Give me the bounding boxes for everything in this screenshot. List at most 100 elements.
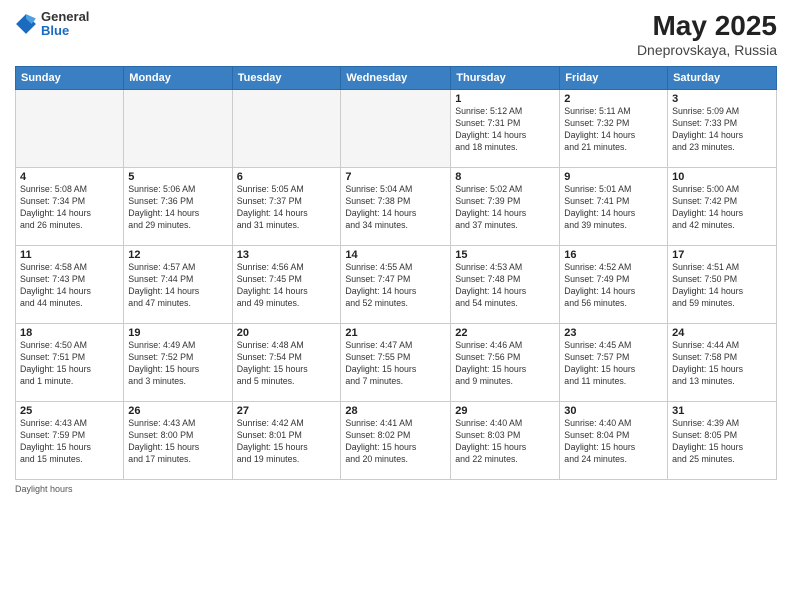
calendar-cell: 15Sunrise: 4:53 AM Sunset: 7:48 PM Dayli… (451, 246, 560, 324)
calendar-week-4: 18Sunrise: 4:50 AM Sunset: 7:51 PM Dayli… (16, 324, 777, 402)
calendar-cell: 22Sunrise: 4:46 AM Sunset: 7:56 PM Dayli… (451, 324, 560, 402)
calendar-week-3: 11Sunrise: 4:58 AM Sunset: 7:43 PM Dayli… (16, 246, 777, 324)
calendar-cell: 6Sunrise: 5:05 AM Sunset: 7:37 PM Daylig… (232, 168, 341, 246)
logo-icon (15, 13, 37, 35)
day-info: Sunrise: 4:40 AM Sunset: 8:04 PM Dayligh… (564, 418, 663, 466)
calendar-cell: 12Sunrise: 4:57 AM Sunset: 7:44 PM Dayli… (124, 246, 232, 324)
calendar-cell: 9Sunrise: 5:01 AM Sunset: 7:41 PM Daylig… (560, 168, 668, 246)
day-info: Sunrise: 5:04 AM Sunset: 7:38 PM Dayligh… (345, 184, 446, 232)
calendar-table: SundayMondayTuesdayWednesdayThursdayFrid… (15, 66, 777, 480)
logo-blue-text: Blue (41, 24, 89, 38)
day-number: 31 (672, 405, 772, 417)
day-info: Sunrise: 4:48 AM Sunset: 7:54 PM Dayligh… (237, 340, 337, 388)
day-number: 17 (672, 249, 772, 261)
day-number: 8 (455, 171, 555, 183)
day-info: Sunrise: 5:11 AM Sunset: 7:32 PM Dayligh… (564, 106, 663, 154)
calendar-week-2: 4Sunrise: 5:08 AM Sunset: 7:34 PM Daylig… (16, 168, 777, 246)
day-info: Sunrise: 5:01 AM Sunset: 7:41 PM Dayligh… (564, 184, 663, 232)
calendar-cell: 20Sunrise: 4:48 AM Sunset: 7:54 PM Dayli… (232, 324, 341, 402)
day-info: Sunrise: 4:52 AM Sunset: 7:49 PM Dayligh… (564, 262, 663, 310)
day-info: Sunrise: 4:41 AM Sunset: 8:02 PM Dayligh… (345, 418, 446, 466)
day-info: Sunrise: 4:55 AM Sunset: 7:47 PM Dayligh… (345, 262, 446, 310)
day-number: 21 (345, 327, 446, 339)
day-number: 27 (237, 405, 337, 417)
calendar-cell: 16Sunrise: 4:52 AM Sunset: 7:49 PM Dayli… (560, 246, 668, 324)
day-number: 24 (672, 327, 772, 339)
calendar-cell: 30Sunrise: 4:40 AM Sunset: 8:04 PM Dayli… (560, 402, 668, 480)
day-number: 1 (455, 93, 555, 105)
day-info: Sunrise: 4:43 AM Sunset: 8:00 PM Dayligh… (128, 418, 227, 466)
day-info: Sunrise: 4:42 AM Sunset: 8:01 PM Dayligh… (237, 418, 337, 466)
day-info: Sunrise: 5:06 AM Sunset: 7:36 PM Dayligh… (128, 184, 227, 232)
day-info: Sunrise: 4:58 AM Sunset: 7:43 PM Dayligh… (20, 262, 119, 310)
calendar-cell: 18Sunrise: 4:50 AM Sunset: 7:51 PM Dayli… (16, 324, 124, 402)
day-info: Sunrise: 5:02 AM Sunset: 7:39 PM Dayligh… (455, 184, 555, 232)
calendar-cell: 14Sunrise: 4:55 AM Sunset: 7:47 PM Dayli… (341, 246, 451, 324)
day-info: Sunrise: 5:00 AM Sunset: 7:42 PM Dayligh… (672, 184, 772, 232)
calendar-header-sunday: Sunday (16, 67, 124, 90)
calendar-cell: 25Sunrise: 4:43 AM Sunset: 7:59 PM Dayli… (16, 402, 124, 480)
footer-note: Daylight hours (15, 484, 777, 494)
day-number: 7 (345, 171, 446, 183)
calendar-cell: 27Sunrise: 4:42 AM Sunset: 8:01 PM Dayli… (232, 402, 341, 480)
day-number: 5 (128, 171, 227, 183)
day-number: 26 (128, 405, 227, 417)
calendar-header-monday: Monday (124, 67, 232, 90)
day-info: Sunrise: 5:05 AM Sunset: 7:37 PM Dayligh… (237, 184, 337, 232)
calendar-header-saturday: Saturday (668, 67, 777, 90)
day-info: Sunrise: 4:46 AM Sunset: 7:56 PM Dayligh… (455, 340, 555, 388)
calendar-cell: 26Sunrise: 4:43 AM Sunset: 8:00 PM Dayli… (124, 402, 232, 480)
day-number: 14 (345, 249, 446, 261)
day-number: 3 (672, 93, 772, 105)
calendar-cell: 21Sunrise: 4:47 AM Sunset: 7:55 PM Dayli… (341, 324, 451, 402)
calendar-cell: 23Sunrise: 4:45 AM Sunset: 7:57 PM Dayli… (560, 324, 668, 402)
calendar-cell: 5Sunrise: 5:06 AM Sunset: 7:36 PM Daylig… (124, 168, 232, 246)
calendar-cell: 7Sunrise: 5:04 AM Sunset: 7:38 PM Daylig… (341, 168, 451, 246)
day-info: Sunrise: 4:50 AM Sunset: 7:51 PM Dayligh… (20, 340, 119, 388)
header: General Blue May 2025 Dneprovskaya, Russ… (15, 10, 777, 58)
day-number: 15 (455, 249, 555, 261)
day-info: Sunrise: 4:44 AM Sunset: 7:58 PM Dayligh… (672, 340, 772, 388)
calendar-cell: 17Sunrise: 4:51 AM Sunset: 7:50 PM Dayli… (668, 246, 777, 324)
calendar-cell (16, 90, 124, 168)
day-number: 20 (237, 327, 337, 339)
day-info: Sunrise: 4:47 AM Sunset: 7:55 PM Dayligh… (345, 340, 446, 388)
calendar-cell: 3Sunrise: 5:09 AM Sunset: 7:33 PM Daylig… (668, 90, 777, 168)
day-number: 22 (455, 327, 555, 339)
calendar-cell: 28Sunrise: 4:41 AM Sunset: 8:02 PM Dayli… (341, 402, 451, 480)
calendar-week-5: 25Sunrise: 4:43 AM Sunset: 7:59 PM Dayli… (16, 402, 777, 480)
day-number: 25 (20, 405, 119, 417)
calendar-cell: 8Sunrise: 5:02 AM Sunset: 7:39 PM Daylig… (451, 168, 560, 246)
day-info: Sunrise: 5:12 AM Sunset: 7:31 PM Dayligh… (455, 106, 555, 154)
month-year: May 2025 (637, 10, 777, 42)
day-number: 16 (564, 249, 663, 261)
calendar-cell (232, 90, 341, 168)
day-number: 19 (128, 327, 227, 339)
day-info: Sunrise: 4:43 AM Sunset: 7:59 PM Dayligh… (20, 418, 119, 466)
calendar-cell: 31Sunrise: 4:39 AM Sunset: 8:05 PM Dayli… (668, 402, 777, 480)
day-number: 23 (564, 327, 663, 339)
logo-general-text: General (41, 10, 89, 24)
day-number: 13 (237, 249, 337, 261)
calendar-header-row: SundayMondayTuesdayWednesdayThursdayFrid… (16, 67, 777, 90)
calendar-cell (341, 90, 451, 168)
day-number: 30 (564, 405, 663, 417)
day-number: 6 (237, 171, 337, 183)
day-info: Sunrise: 4:40 AM Sunset: 8:03 PM Dayligh… (455, 418, 555, 466)
day-number: 29 (455, 405, 555, 417)
logo: General Blue (15, 10, 89, 39)
title-block: May 2025 Dneprovskaya, Russia (637, 10, 777, 58)
calendar-header-thursday: Thursday (451, 67, 560, 90)
calendar-cell: 19Sunrise: 4:49 AM Sunset: 7:52 PM Dayli… (124, 324, 232, 402)
calendar-cell: 24Sunrise: 4:44 AM Sunset: 7:58 PM Dayli… (668, 324, 777, 402)
day-info: Sunrise: 4:56 AM Sunset: 7:45 PM Dayligh… (237, 262, 337, 310)
calendar-week-1: 1Sunrise: 5:12 AM Sunset: 7:31 PM Daylig… (16, 90, 777, 168)
day-info: Sunrise: 5:09 AM Sunset: 7:33 PM Dayligh… (672, 106, 772, 154)
calendar-cell: 10Sunrise: 5:00 AM Sunset: 7:42 PM Dayli… (668, 168, 777, 246)
calendar-cell: 11Sunrise: 4:58 AM Sunset: 7:43 PM Dayli… (16, 246, 124, 324)
calendar-cell (124, 90, 232, 168)
day-number: 18 (20, 327, 119, 339)
location: Dneprovskaya, Russia (637, 42, 777, 58)
day-number: 2 (564, 93, 663, 105)
calendar-header-friday: Friday (560, 67, 668, 90)
